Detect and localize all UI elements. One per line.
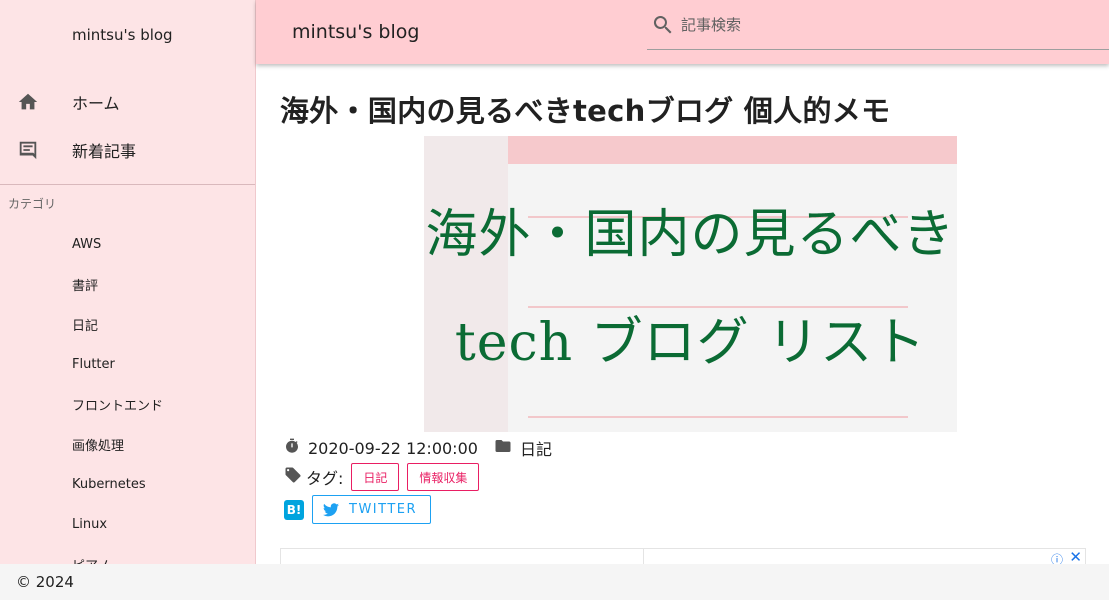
hero-bg-line (528, 416, 908, 418)
sidebar-title: mintsu's blog (72, 26, 173, 44)
category-item-flutter[interactable]: Flutter (0, 344, 255, 384)
tag-chip-diary[interactable]: 日記 (351, 463, 400, 491)
post-meta: 2020-09-22 12:00:00 日記 (280, 436, 552, 460)
search-field[interactable] (647, 0, 1109, 50)
category-item-linux[interactable]: Linux (0, 504, 255, 544)
category-item-image-processing[interactable]: 画像処理 (0, 424, 255, 464)
sidebar: mintsu's blog ホーム 新着記事 カテゴリ AWS 書評 日記 Fl… (0, 0, 256, 564)
search-icon (651, 13, 675, 41)
sidebar-item-home[interactable]: ホーム (0, 78, 255, 126)
sidebar-item-label: ホーム (72, 94, 120, 113)
comment-icon (0, 139, 72, 161)
hero-bg-topbar (508, 136, 957, 164)
tag-chip-info-gathering[interactable]: 情報収集 (407, 463, 480, 491)
top-app-bar: mintsu's blog (256, 0, 1109, 64)
post-title: 海外・国内の見るべきtechブログ 個人的メモ (280, 94, 891, 128)
category-item-frontend[interactable]: フロントエンド (0, 384, 255, 424)
hero-text-line2: tech ブログ リスト (454, 313, 927, 373)
twitter-icon (323, 502, 339, 516)
search-input[interactable] (681, 15, 1081, 34)
hero-image: 海外・国内の見るべき tech ブログ リスト (424, 136, 957, 432)
tags-label: タグ: (306, 469, 344, 488)
app-title[interactable]: mintsu's blog (292, 21, 419, 43)
footer: © 2024 (0, 564, 1109, 600)
post-date: 2020-09-22 12:00:00 (308, 438, 478, 458)
sidebar-divider (0, 184, 255, 185)
twitter-share-button[interactable]: TWITTER (312, 495, 432, 524)
category-item-book-review[interactable]: 書評 (0, 264, 255, 304)
hero-bg-sidebar (424, 136, 508, 432)
sidebar-nav: ホーム 新着記事 (0, 78, 255, 174)
post-content: 海外・国内の見るべきtechブログ 個人的メモ 海外・国内の見るべき tech … (280, 88, 1086, 579)
home-icon (0, 91, 72, 113)
twitter-label: TWITTER (349, 502, 418, 517)
category-list: AWS 書評 日記 Flutter フロントエンド 画像処理 Kubernete… (0, 224, 255, 565)
copyright-text: © 2024 (16, 573, 74, 591)
post-tags: タグ: 日記 情報収集 (280, 463, 487, 491)
sidebar-item-new-posts[interactable]: 新着記事 (0, 126, 255, 174)
post-category[interactable]: 日記 (520, 436, 552, 460)
hero-text-line1: 海外・国内の見るべき (425, 205, 956, 265)
timer-icon (284, 438, 300, 458)
share-buttons: B! TWITTER (280, 495, 432, 524)
category-item-diary[interactable]: 日記 (0, 304, 255, 344)
category-header: カテゴリ (8, 197, 57, 211)
hatena-bookmark-button[interactable]: B! (284, 499, 304, 520)
category-item-aws[interactable]: AWS (0, 224, 255, 264)
category-item-piano[interactable]: ピアノ (0, 544, 255, 565)
folder-icon (494, 437, 512, 459)
sidebar-item-label: 新着記事 (72, 142, 137, 161)
tag-icon (284, 466, 302, 488)
category-item-kubernetes[interactable]: Kubernetes (0, 464, 255, 504)
